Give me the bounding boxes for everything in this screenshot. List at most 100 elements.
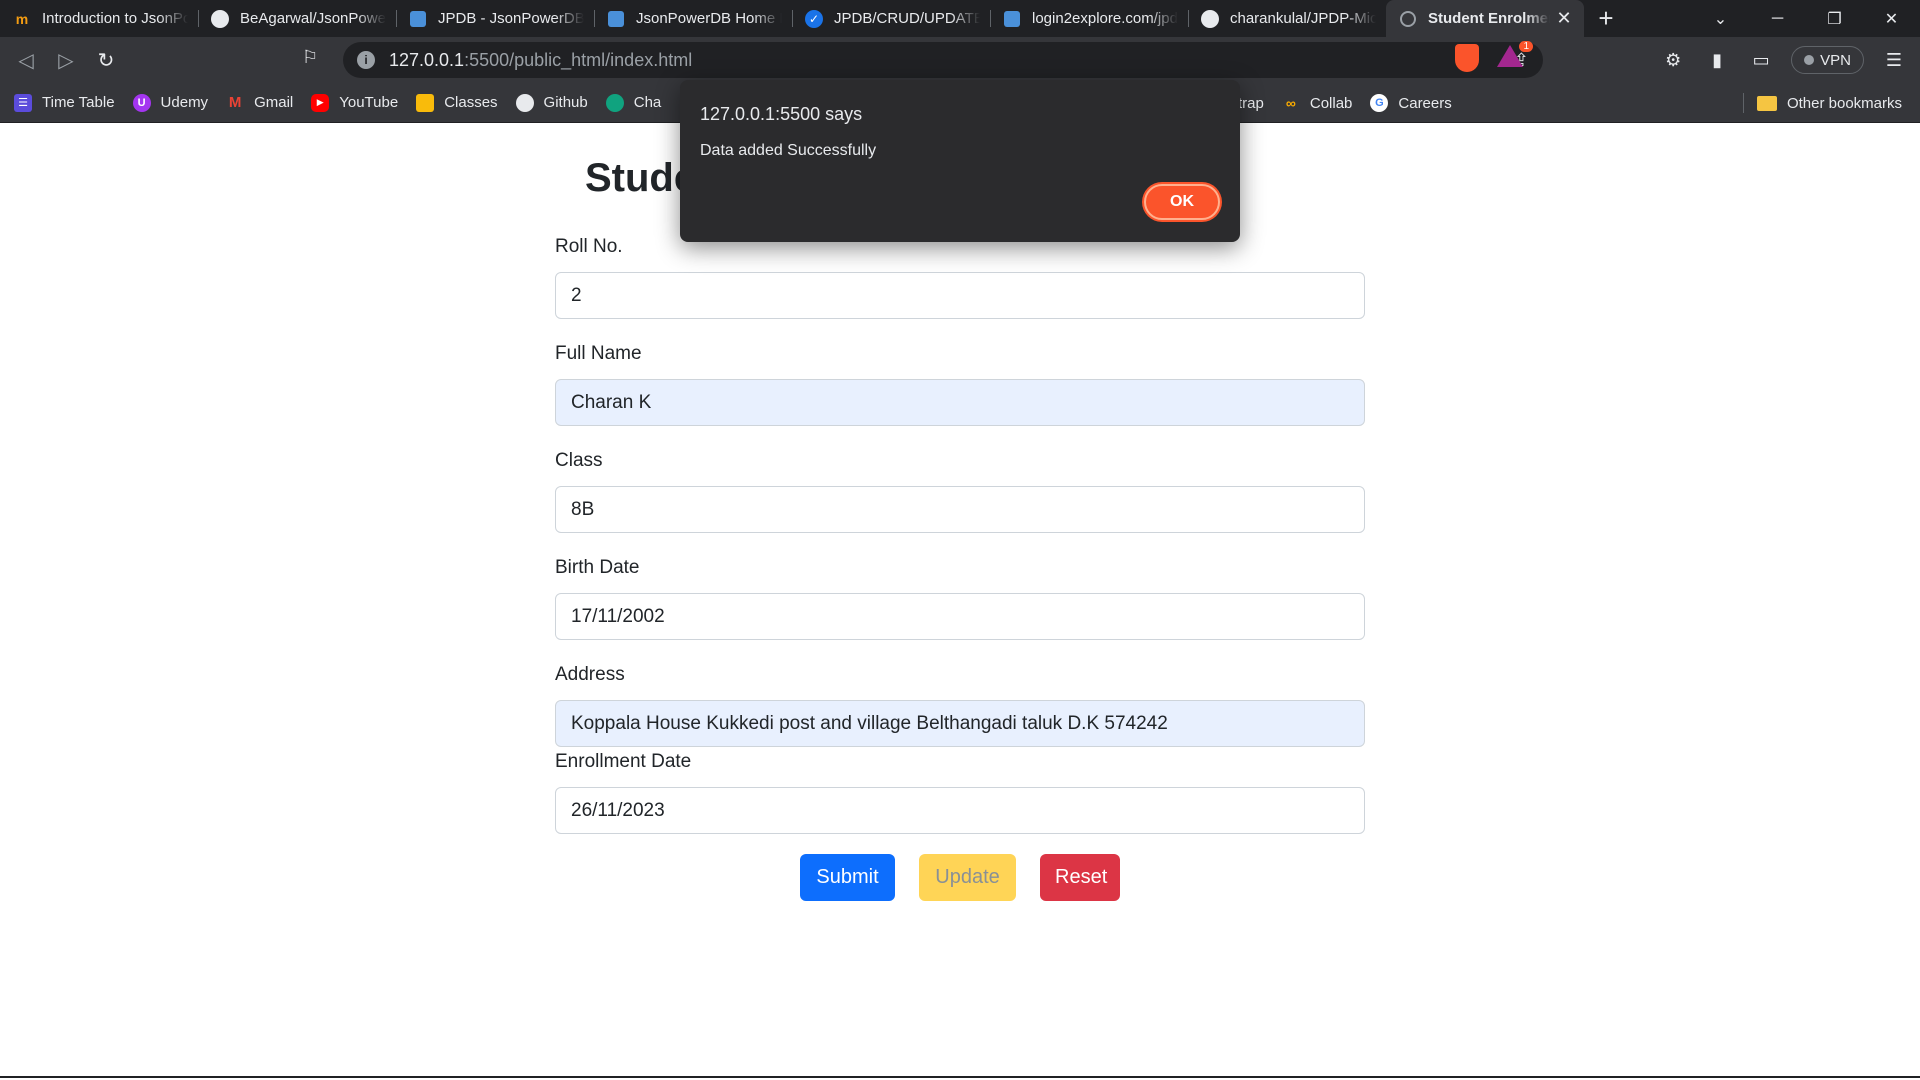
- tab-student-enrolment[interactable]: Student Enrolment ✕: [1386, 0, 1584, 37]
- brave-shields-icon[interactable]: [1455, 44, 1479, 72]
- bookmark-classes[interactable]: Classes: [416, 93, 498, 112]
- submit-button[interactable]: Submit: [800, 854, 895, 901]
- bookmark-github[interactable]: Github: [515, 93, 588, 112]
- bookmark-collab[interactable]: ∞ Collab: [1282, 94, 1353, 112]
- vpn-label: VPN: [1820, 51, 1851, 69]
- close-window-icon[interactable]: ✕: [1863, 0, 1920, 37]
- url-path: :5500/public_html/index.html: [464, 49, 693, 70]
- roll-no-group: Roll No.: [555, 236, 1365, 319]
- bookmark-label: Careers: [1398, 94, 1452, 112]
- full-name-group: Full Name: [555, 343, 1365, 426]
- tab-charankulal-github[interactable]: charankulal/JPDP-Micro: [1188, 0, 1386, 37]
- folder-icon: [1756, 95, 1777, 111]
- github-icon: [1200, 9, 1220, 29]
- birth-date-input[interactable]: [555, 593, 1365, 640]
- close-tab-icon[interactable]: ✕: [1554, 8, 1574, 29]
- enrollment-date-label: Enrollment Date: [555, 751, 692, 772]
- checkmark-icon: ✓: [804, 9, 824, 29]
- forward-icon[interactable]: ▷: [46, 42, 86, 78]
- bookmark-label: Udemy: [160, 94, 209, 111]
- tab-title: JsonPowerDB Home Page: [636, 10, 782, 27]
- bookmark-udemy[interactable]: U Udemy: [132, 93, 209, 112]
- udemy-icon: U: [132, 93, 151, 112]
- update-button[interactable]: Update: [919, 854, 1016, 901]
- class-input[interactable]: [555, 486, 1365, 533]
- bookmark-label: Time Table: [42, 94, 115, 111]
- tab-title: Introduction to JsonPowerDB: [42, 10, 188, 27]
- roll-no-input[interactable]: [555, 272, 1365, 319]
- wallet-icon[interactable]: ▭: [1741, 42, 1781, 78]
- jpdb-icon: [1002, 9, 1022, 29]
- reset-button[interactable]: Reset: [1040, 854, 1120, 901]
- tab-beagarwal-github[interactable]: BeAgarwal/JsonPowerDB: [198, 0, 396, 37]
- minimize-icon[interactable]: ─: [1749, 0, 1806, 37]
- dialog-message: Data added Successfully: [700, 142, 877, 159]
- bookmark-label: Cha: [633, 94, 662, 111]
- bookmark-careers[interactable]: G Careers: [1370, 94, 1452, 112]
- vpn-button[interactable]: VPN: [1791, 46, 1864, 74]
- alert-dialog: 127.0.0.1:5500 says Data added Successfu…: [680, 80, 1240, 242]
- rewards-badge: 1: [1519, 41, 1533, 52]
- youtube-icon: ▶: [311, 93, 330, 112]
- enrollment-date-input[interactable]: [555, 787, 1365, 834]
- jpdb-icon: [408, 9, 428, 29]
- page-bottom-border: [0, 1076, 1920, 1078]
- bookmark-youtube[interactable]: ▶ YouTube: [311, 93, 399, 112]
- bookmark-label: Github: [543, 94, 588, 111]
- page-content: Student Enrollment Form Roll No. Full Na…: [0, 124, 1920, 1078]
- tab-jsonpowerdb-home[interactable]: JsonPowerDB Home Page: [594, 0, 792, 37]
- bookmark-chatgpt[interactable]: Cha: [605, 93, 662, 112]
- toolbar-right: ⚙ ▮ ▭ VPN ☰: [1653, 37, 1920, 83]
- tab-title: JPDB - JsonPowerDB -: [438, 10, 584, 27]
- tab-jpdb-crud-update[interactable]: ✓ JPDB/CRUD/UPDATE -: [792, 0, 990, 37]
- dialog-ok-button[interactable]: OK: [1144, 184, 1220, 220]
- other-bookmarks-label: Other bookmarks: [1786, 94, 1902, 112]
- bookmark-time-table[interactable]: ☰ Time Table: [14, 93, 115, 112]
- gmail-icon: M: [228, 94, 242, 111]
- bookmark-gmail[interactable]: M Gmail: [226, 94, 293, 112]
- other-bookmarks[interactable]: Other bookmarks: [1742, 83, 1902, 123]
- tab-jpdb[interactable]: JPDB - JsonPowerDB -: [396, 0, 594, 37]
- extensions-icon[interactable]: ⚙: [1653, 42, 1693, 78]
- new-tab-icon[interactable]: +: [1588, 0, 1624, 37]
- back-icon[interactable]: ◁: [6, 42, 46, 78]
- vpn-status-icon: [1804, 55, 1815, 65]
- address-input[interactable]: [555, 700, 1365, 747]
- sidebar-icon[interactable]: ▮: [1697, 42, 1737, 78]
- time-table-icon: ☰: [14, 93, 32, 112]
- browser-toolbar: ◁ ▷ ↻ ⚐ i 127.0.0.1:5500/public_html/ind…: [0, 37, 1920, 83]
- tab-title: JPDB/CRUD/UPDATE -: [834, 10, 980, 27]
- github-icon: [210, 9, 230, 29]
- tab-title: BeAgarwal/JsonPowerDB: [240, 10, 386, 27]
- bookmark-label: YouTube: [339, 94, 399, 111]
- bookmark-label: Gmail: [254, 94, 294, 111]
- reload-icon[interactable]: ↻: [86, 42, 126, 78]
- birth-date-label: Birth Date: [555, 557, 640, 578]
- site-info-icon[interactable]: i: [357, 51, 375, 69]
- restore-icon[interactable]: ❐: [1806, 0, 1863, 37]
- bookmarks-right-group: otstrap ∞ Collab G Careers: [1218, 83, 1470, 123]
- tab-search-chevron-icon[interactable]: ⌄: [1692, 0, 1749, 37]
- enrollment-date-group: Enrollment Date: [555, 751, 1365, 834]
- brave-icons: 1: [1455, 41, 1533, 72]
- brave-rewards-icon[interactable]: 1: [1497, 41, 1533, 71]
- chatgpt-icon: [605, 93, 624, 112]
- bookmark-page-icon[interactable]: ⚐: [302, 47, 318, 68]
- address-bar[interactable]: i 127.0.0.1:5500/public_html/index.html …: [343, 42, 1543, 78]
- tab-login2explore[interactable]: login2explore.com/jpdb: [990, 0, 1188, 37]
- jsonpowerdb-logo-icon: m: [15, 10, 29, 27]
- tab-introduction-jsonpowerdb[interactable]: m Introduction to JsonPowerDB: [0, 0, 198, 37]
- full-name-label: Full Name: [555, 343, 642, 364]
- url-host: 127.0.0.1: [389, 49, 465, 70]
- menu-icon[interactable]: ☰: [1874, 42, 1914, 78]
- tab-strip: m Introduction to JsonPowerDB BeAgarwal/…: [0, 0, 1920, 37]
- birth-date-group: Birth Date: [555, 557, 1365, 640]
- tab-title: charankulal/JPDP-Micro: [1230, 10, 1376, 27]
- full-name-input[interactable]: [555, 379, 1365, 426]
- address-group: Address: [555, 664, 1365, 747]
- bookmark-label: Collab: [1309, 94, 1353, 112]
- classroom-icon: [416, 93, 435, 112]
- tab-title: login2explore.com/jpdb: [1032, 10, 1178, 27]
- bookmark-label: Classes: [444, 94, 498, 111]
- google-icon: G: [1370, 94, 1389, 112]
